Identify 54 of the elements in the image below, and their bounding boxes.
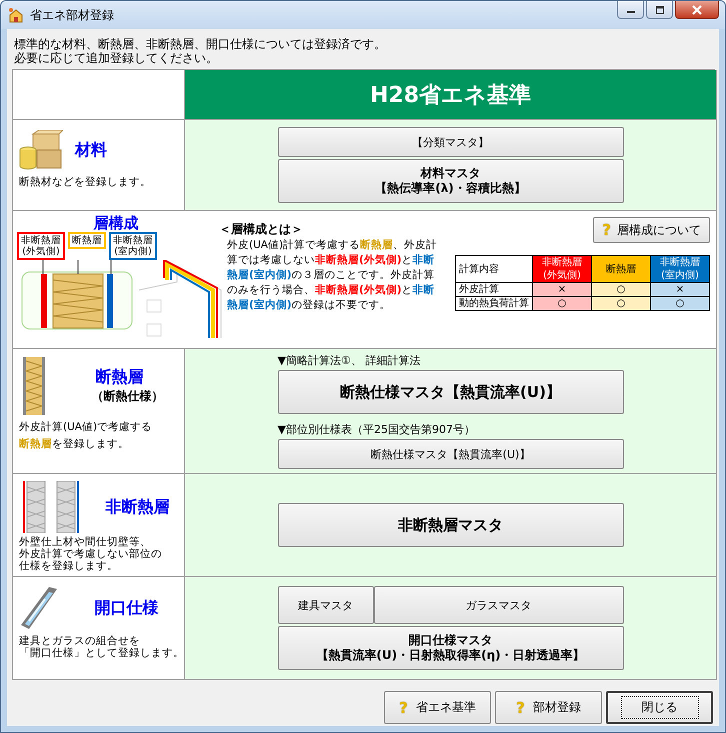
master-button[interactable]: 断熱仕様マスタ【熱貫流率(U)】 — [278, 370, 624, 414]
section-title: 材料 — [75, 140, 107, 160]
layer-label: 非断熱層 (外気側) — [17, 232, 65, 260]
section-title: 開口仕様 — [94, 598, 158, 618]
intro-text: 標準的な材料、断熱層、非断熱層、開口仕様については登録済です。 必要に応じて追加登録してください。 — [14, 37, 387, 65]
column-header: 非断熱層 (室内側) — [650, 256, 710, 282]
section-subtitle: （断熱仕様） — [90, 388, 164, 405]
master-button[interactable]: 非断熱層マスタ — [278, 503, 624, 547]
table-cell: ○ — [532, 296, 592, 310]
table-cell: ○ — [650, 296, 710, 310]
section-title: 非断熱層 — [106, 496, 170, 518]
material-boxes-icon — [19, 130, 63, 170]
insulation-strip-icon — [23, 357, 45, 415]
wall-layers-icon — [23, 481, 81, 533]
master-button[interactable]: 建具マスタ — [278, 586, 374, 624]
column-header: 非断熱層 (外気側) — [532, 256, 592, 282]
layer-help-button[interactable]: ? 層構成について — [593, 217, 710, 243]
close-icon — [691, 4, 703, 14]
method-note: ▼簡略計算法①、 詳細計算法 — [278, 353, 422, 368]
maximize-icon — [654, 6, 664, 14]
master-button[interactable]: 【分類マスタ】 — [278, 127, 624, 157]
column-header: 断熱層 — [592, 256, 650, 282]
section-description: 外壁仕上材や間仕切壁等、 外皮計算で考慮しない部位の 仕様を登録します。 — [19, 536, 163, 572]
master-button[interactable]: ガラスマスタ — [374, 586, 624, 624]
row-label: 動的熱負荷計算 — [456, 296, 532, 310]
master-button[interactable]: 材料マスタ 【熱伝導率(λ)・容積比熱】 — [278, 159, 624, 203]
window-title: 省エネ部材登録 — [30, 6, 114, 24]
section-title: 層構成 — [94, 215, 138, 232]
table-cell: ○ — [592, 282, 650, 296]
app-icon — [8, 7, 24, 23]
layer-description: 外皮(UA値)計算で考慮する断熱層、外皮計算では考慮しない非断熱層(外気側)と 非断熱層(室内側)の３層のことです。外皮計算のみを行う場合、非断熱層(外気側)と 非断熱層(室内側)の登録は不要です。 — [227, 238, 438, 313]
maximize-button[interactable] — [646, 1, 673, 19]
table-cell: × — [532, 282, 592, 296]
master-button[interactable]: 断熱仕様マスタ【熱貫流率(U)】 — [278, 439, 624, 469]
table-cell: × — [650, 282, 710, 296]
footer-button[interactable]: 閉じる — [606, 691, 713, 724]
standard-header: H28省エネ基準 — [185, 70, 717, 120]
footer-button[interactable]: ? 省エネ基準 — [384, 691, 491, 724]
layer-label: 非断熱層 (室内側) — [109, 232, 157, 260]
footer-button[interactable]: ? 部材登録 — [495, 691, 602, 724]
layer-label: 断熱層 — [68, 232, 106, 249]
row-label: 外皮計算 — [456, 282, 532, 296]
section-description: 建具とガラスの組合せを 「開口仕様」として登録します。 — [19, 635, 182, 659]
column-header: 計算内容 — [456, 256, 532, 282]
section-title: 断熱層 — [96, 367, 144, 388]
minimize-button[interactable] — [617, 1, 644, 19]
section-description: 断熱材などを登録します。 — [19, 176, 152, 188]
close-button[interactable] — [675, 1, 719, 19]
table-cell: ○ — [592, 296, 650, 310]
master-button[interactable]: 開口仕様マスタ 【熱貫流率(U)・日射熱取得率(η)・日射透過率】 — [278, 626, 624, 670]
glass-pane-icon — [19, 585, 59, 631]
section-description: 外皮計算(UA値)で考慮する 断熱層を登録します。 — [19, 420, 154, 452]
method-note: ▼部位別仕様表（平25国交告第907号） — [278, 422, 476, 437]
section-heading: ＜層構成とは＞ — [219, 221, 304, 238]
